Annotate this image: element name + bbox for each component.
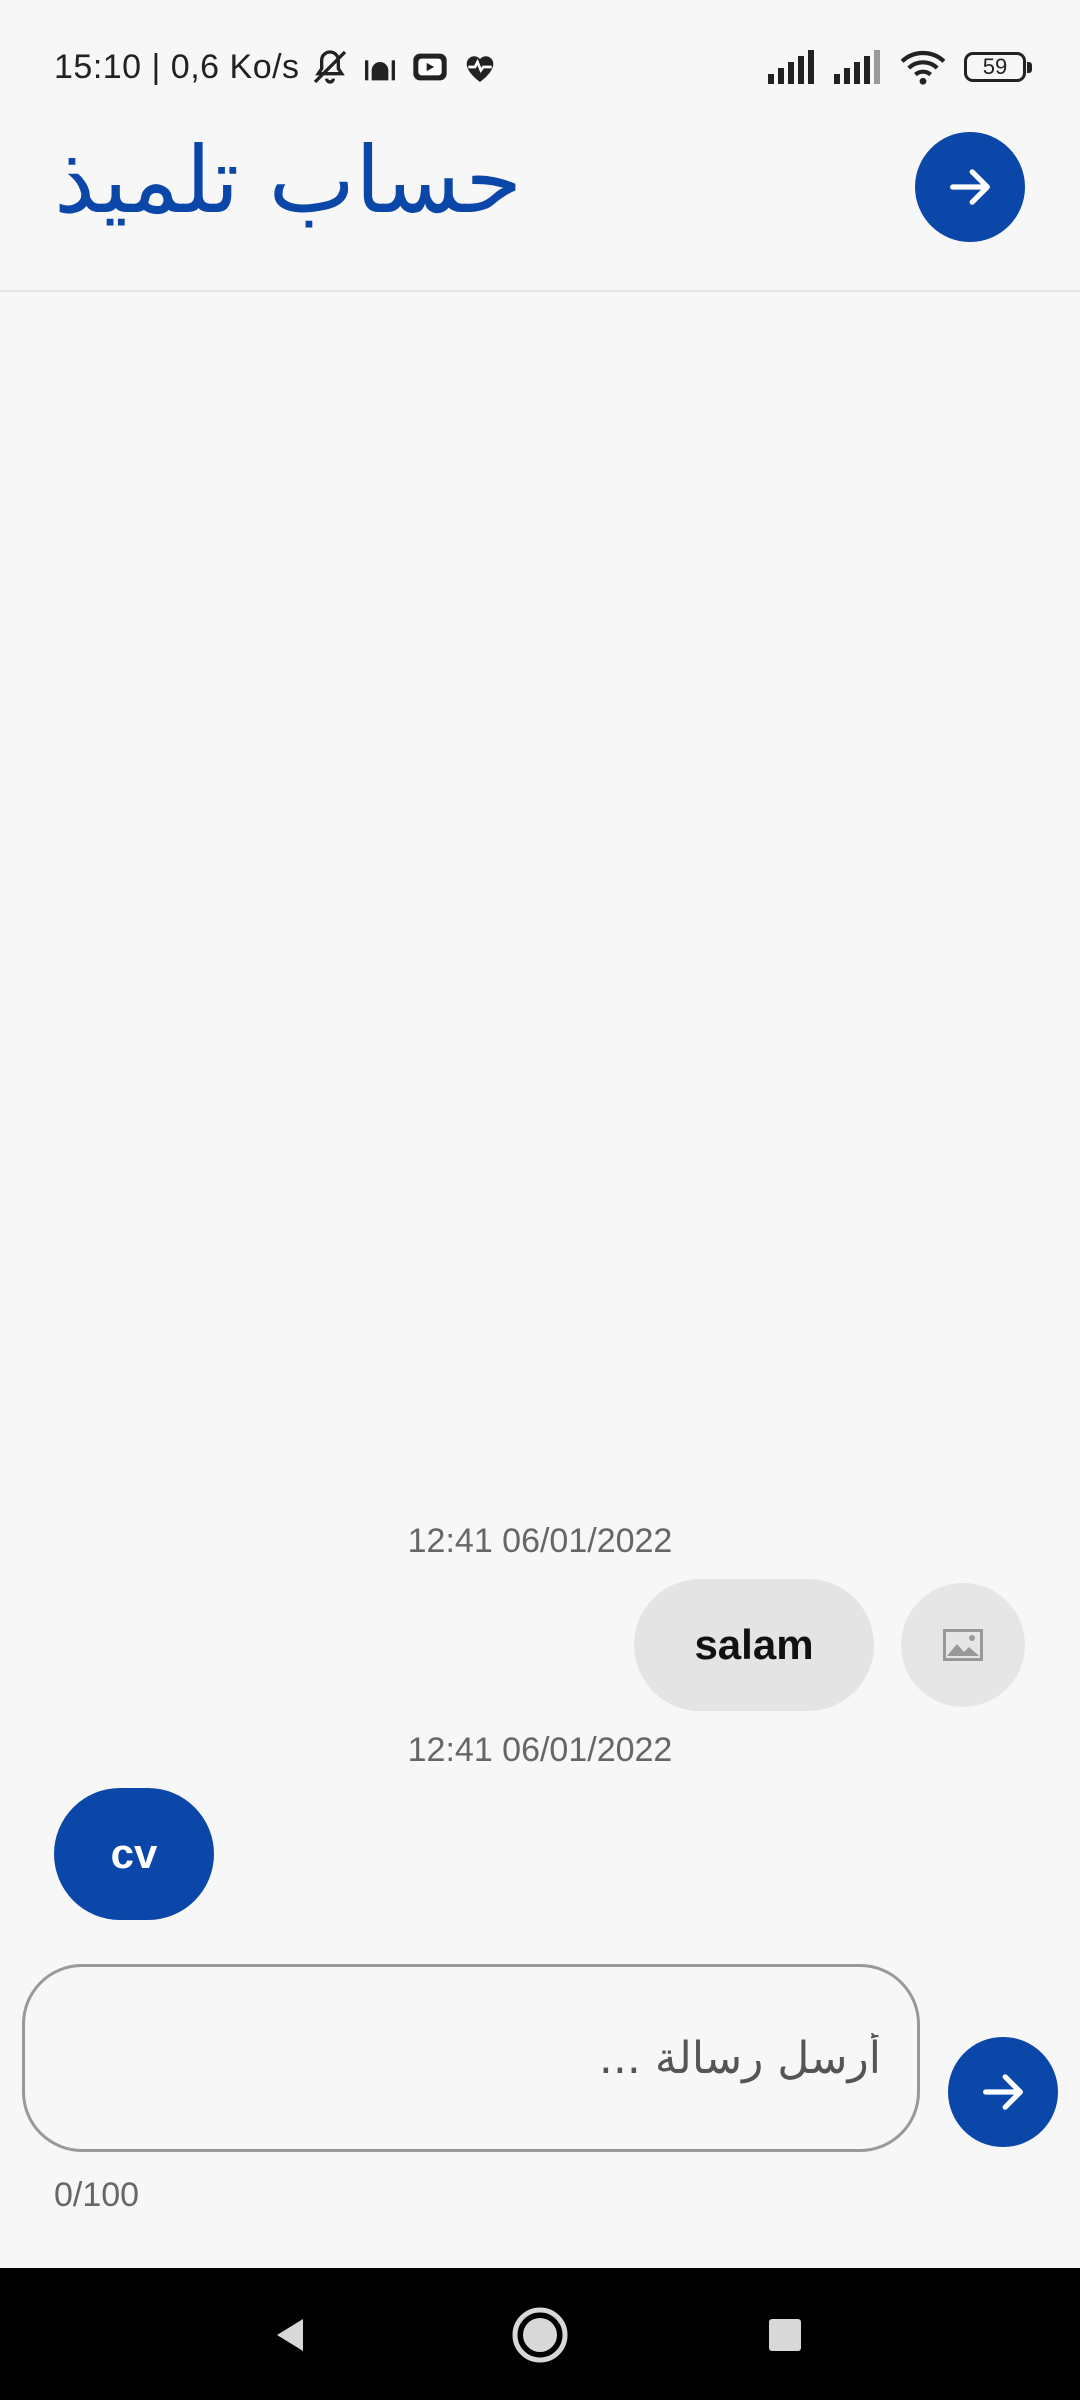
- status-left: 15:10 | 0,6 Ko/s: [54, 42, 500, 92]
- message-composer: [22, 1964, 920, 2152]
- page-title: حساب تلميذ: [54, 127, 523, 234]
- status-bar: 15:10 | 0,6 Ko/s 59: [0, 0, 1080, 120]
- message-text: cv: [110, 1830, 158, 1877]
- nav-back-button[interactable]: [256, 2300, 326, 2370]
- message-text: salam: [694, 1621, 814, 1668]
- back-button[interactable]: [915, 132, 1025, 242]
- system-navbar: [0, 2268, 1080, 2400]
- arrow-right-icon: [983, 2074, 1023, 2110]
- nav-home-button[interactable]: [505, 2300, 575, 2370]
- heart-icon: [466, 56, 493, 82]
- status-time: 15:10 | 0,6 Ko/s: [54, 47, 300, 86]
- message-bubble-sent[interactable]: salam: [634, 1579, 874, 1711]
- recents-square-icon: [769, 2319, 801, 2351]
- signal-icon: [834, 50, 880, 84]
- home-circle-icon: [512, 2307, 568, 2363]
- youtube-icon: [412, 53, 447, 81]
- avatar[interactable]: [901, 1583, 1025, 1707]
- message-input[interactable]: [25, 1967, 917, 2149]
- message-timestamp: 12:41 06/01/2022: [407, 1731, 673, 1769]
- bell-off-icon: [313, 50, 346, 84]
- message-timestamp: 12:41 06/01/2022: [407, 1522, 673, 1560]
- app-header: حساب تلميذ: [0, 120, 1080, 292]
- back-triangle-icon: [277, 2319, 303, 2351]
- mosque-icon: [364, 60, 395, 81]
- send-button[interactable]: [948, 2037, 1058, 2147]
- image-placeholder-icon: [943, 1629, 983, 1661]
- nav-recents-button[interactable]: [750, 2300, 820, 2370]
- arrow-right-icon: [950, 169, 990, 205]
- character-counter: 0/100: [54, 2176, 140, 2214]
- battery-icon: 59: [964, 52, 1032, 82]
- wifi-icon: [900, 50, 946, 85]
- status-right: 59: [766, 42, 1032, 92]
- signal-icon: [768, 50, 814, 84]
- message-bubble-received[interactable]: cv: [54, 1788, 214, 1920]
